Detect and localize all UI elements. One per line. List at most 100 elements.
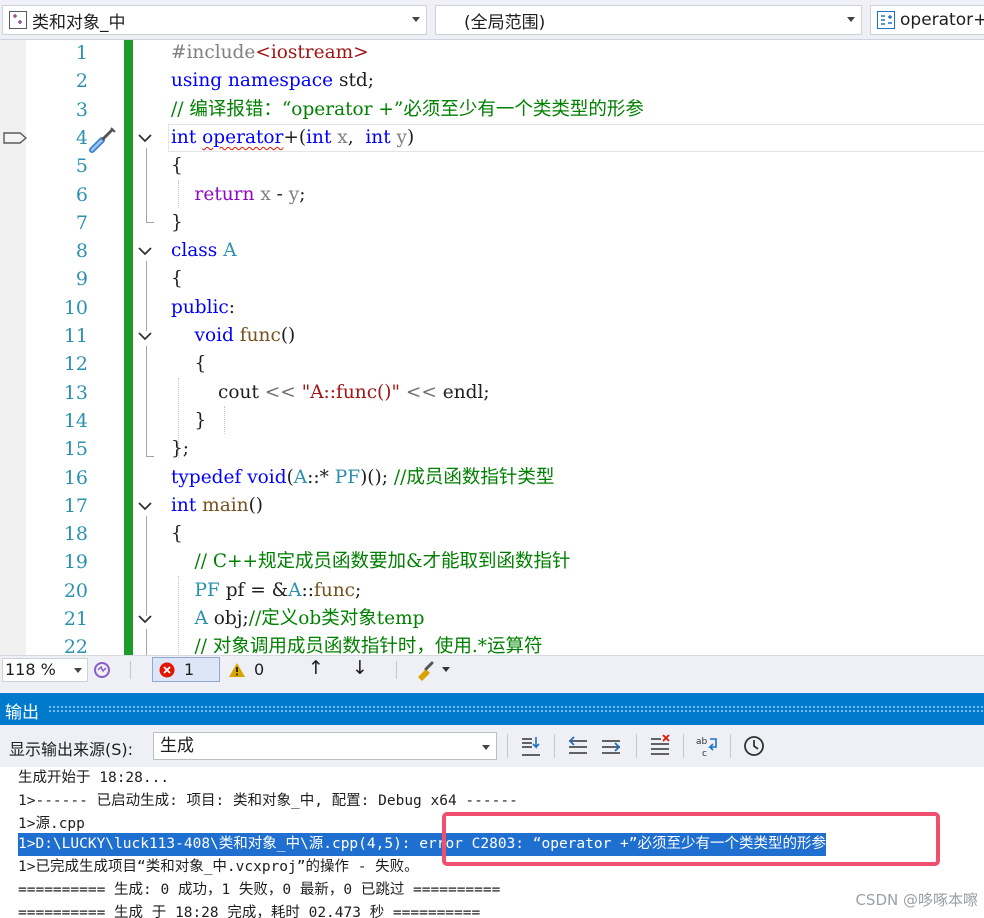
line-number: 7	[75, 211, 88, 234]
code-line[interactable]: 10 public:	[0, 294, 984, 322]
project-icon	[8, 10, 28, 30]
code-line[interactable]: 8 class A	[0, 237, 984, 265]
code-token: //定义ob类对象temp	[248, 608, 425, 629]
code-token: {	[171, 523, 183, 545]
code-text: {	[171, 152, 183, 180]
line-number: 17	[63, 494, 88, 517]
previous-issue-arrow-icon[interactable]: ↑	[308, 657, 324, 679]
toggle-word-wrap-icon[interactable]: ab c	[694, 733, 720, 759]
code-token: }	[194, 409, 207, 431]
output-source-value: 生成	[160, 736, 194, 756]
code-line[interactable]: 20 PF pf = &A::func;	[0, 577, 984, 605]
code-token: <iostream>	[255, 42, 369, 63]
next-issue-arrow-icon[interactable]: ↓	[352, 657, 368, 679]
code-line[interactable]: 2 using namespace std;	[0, 67, 984, 95]
code-token: int	[171, 494, 197, 516]
code-line[interactable]: 19 // C++规定成员函数要加&才能取到函数指针	[0, 548, 984, 576]
code-line[interactable]: 22 // 对象调用成员函数指针时，使用.*运算符	[0, 633, 984, 655]
code-line[interactable]: 17 int main()	[0, 492, 984, 520]
code-token: // 编译报错：“operator +”必须至少有一个类类型的形参	[171, 98, 644, 120]
code-line[interactable]: 13 cout << "A::func()" << endl;	[0, 379, 984, 407]
code-line[interactable]: 21 A obj;//定义ob类对象temp	[0, 605, 984, 633]
code-token: y	[396, 126, 407, 148]
line-number: 13	[63, 381, 88, 404]
zoom-level: 118 %	[5, 660, 56, 679]
health-indicator-icon[interactable]	[92, 660, 114, 680]
line-number: 20	[63, 579, 88, 602]
code-token: cout	[171, 381, 265, 403]
code-text: int main()	[171, 492, 263, 520]
warning-count[interactable]: 0	[228, 657, 264, 682]
line-number: 22	[63, 636, 88, 655]
show-timestamps-clock-icon[interactable]	[741, 733, 767, 759]
code-line[interactable]: 12 {	[0, 350, 984, 378]
code-line[interactable]: 7}	[0, 209, 984, 237]
line-number: 2	[75, 70, 88, 93]
find-message-in-code-icon[interactable]	[518, 733, 544, 759]
output-source-dropdown[interactable]: 生成	[153, 732, 497, 760]
code-token: PF	[194, 579, 220, 601]
svg-text:c: c	[702, 749, 707, 759]
code-line[interactable]: 1 #include<iostream>	[0, 40, 984, 67]
error-count[interactable]: 1	[152, 657, 220, 682]
code-token: x	[260, 183, 271, 205]
code-token: {	[171, 155, 183, 177]
member-dropdown[interactable]: operator+	[870, 5, 984, 35]
line-number: 6	[75, 183, 88, 206]
code-line[interactable]: 15};	[0, 435, 984, 463]
code-token: int	[365, 126, 391, 148]
annotation-highlight-box	[442, 812, 940, 866]
scope-dropdown[interactable]: (全局范围)	[435, 5, 862, 35]
code-line[interactable]: 16 typedef void(A::* PF)(); //成员函数指针类型	[0, 464, 984, 492]
code-token: #include	[171, 42, 256, 63]
code-line[interactable]: 18 {	[0, 520, 984, 548]
code-text: };	[171, 435, 189, 463]
clear-all-icon[interactable]	[647, 733, 673, 759]
code-text: int operator+(int x, int y)	[171, 124, 414, 152]
code-token: using	[171, 70, 223, 92]
chevron-down-icon	[74, 668, 82, 673]
line-number: 16	[63, 466, 88, 489]
code-token: ;	[299, 183, 306, 205]
go-to-next-message-icon[interactable]	[598, 733, 624, 759]
code-line[interactable]: 9{	[0, 265, 984, 293]
code-token: :	[228, 296, 236, 318]
code-line[interactable]: 5{	[0, 152, 984, 180]
code-token: )	[407, 126, 415, 148]
code-text: {	[171, 350, 207, 378]
code-line[interactable]: 11 void func()	[0, 322, 984, 350]
line-number: 11	[63, 325, 88, 347]
project-dropdown[interactable]: 类和对象_中	[2, 5, 427, 35]
svg-text:ab: ab	[696, 737, 708, 747]
output-panel-titlebar[interactable]: 输出	[0, 693, 984, 725]
code-editor[interactable]: 1 #include<iostream> 2 using namespace std;…	[0, 40, 984, 655]
code-token: return	[194, 183, 255, 205]
scope-name: (全局范围)	[464, 12, 546, 33]
go-to-previous-message-icon[interactable]	[565, 733, 591, 759]
code-token: ()	[248, 494, 264, 516]
code-token: ;	[355, 579, 362, 601]
code-cleanup-brush-icon[interactable]	[414, 659, 454, 681]
warning-icon	[229, 662, 245, 677]
line-number: 14	[63, 409, 88, 432]
code-text: #include<iostream>	[171, 40, 369, 67]
line-number: 9	[75, 268, 88, 291]
code-token: typedef	[171, 466, 242, 488]
code-line[interactable]: 6 return x - y;	[0, 181, 984, 209]
code-token: pf = &	[219, 579, 289, 601]
code-token: {	[194, 353, 207, 375]
code-line[interactable]: 4 int operator+(int x, int y)	[0, 124, 984, 152]
output-line: 1>已完成生成项目“类和对象_中.vcxproj”的操作 - 失败。	[18, 859, 419, 875]
code-token: func	[239, 325, 281, 346]
zoom-dropdown[interactable]: 118 %	[2, 658, 88, 682]
code-line[interactable]: 3 // 编译报错：“operator +”必须至少有一个类类型的形参	[0, 96, 984, 124]
code-line[interactable]: 14 }	[0, 407, 984, 435]
code-text: class A	[171, 237, 237, 265]
code-text: }	[171, 407, 207, 435]
output-source-label: 显示输出来源(S):	[9, 740, 134, 759]
